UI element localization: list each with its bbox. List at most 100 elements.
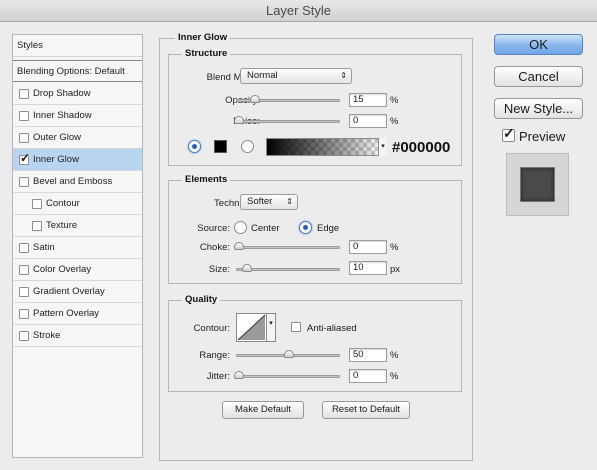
updown-arrow-icon: ⇕ [286, 197, 293, 206]
contour-curve-icon [237, 314, 266, 341]
style-item-label: Stroke [33, 330, 61, 341]
source-center-radio[interactable] [234, 221, 247, 234]
inner-glow-title: Inner Glow [175, 32, 231, 43]
inner-glow-checkbox[interactable]: ✓ [19, 152, 30, 165]
stroke-checkbox[interactable] [19, 331, 29, 341]
updown-arrow-icon: ⇕ [340, 71, 347, 80]
blending-options-item[interactable]: Blending Options: Default [13, 60, 142, 82]
gradient-radio[interactable] [241, 140, 254, 153]
noise-field[interactable]: 0 [349, 114, 387, 128]
choke-slider[interactable] [236, 246, 340, 249]
outer-glow-checkbox[interactable] [19, 133, 29, 143]
blend-mode-value: Normal [247, 70, 278, 81]
ok-button[interactable]: OK [494, 34, 583, 55]
texture-checkbox[interactable] [32, 221, 42, 231]
preview-label: Preview [519, 129, 566, 144]
bevel-emboss-checkbox[interactable] [19, 177, 29, 187]
preview-thumbnail [506, 153, 569, 216]
styles-list: Styles Blending Options: Default Drop Sh… [12, 34, 143, 458]
jitter-unit: % [390, 371, 399, 382]
structure-title: Structure [182, 48, 231, 59]
gradient-overlay-checkbox[interactable] [19, 287, 29, 297]
source-edge-radio[interactable] [299, 221, 312, 234]
style-item-label: Texture [46, 220, 78, 231]
blend-mode-select[interactable]: Normal ⇕ [240, 68, 352, 84]
style-item-label: Gradient Overlay [33, 286, 105, 297]
opacity-unit: % [390, 95, 399, 106]
style-item-stroke[interactable]: Stroke [13, 325, 142, 347]
technique-select[interactable]: Softer ⇕ [240, 194, 298, 210]
opacity-field[interactable]: 15 [349, 93, 387, 107]
glow-color-swatch[interactable] [214, 140, 227, 153]
source-center-label: Center [251, 223, 280, 234]
style-item-pattern-overlay[interactable]: Pattern Overlay [13, 303, 142, 325]
size-field[interactable]: 10 [349, 261, 387, 275]
opacity-slider-thumb[interactable] [250, 95, 260, 103]
style-item-label: Contour [46, 198, 80, 209]
style-item-drop-shadow[interactable]: Drop Shadow [13, 83, 142, 105]
style-item-label: Pattern Overlay [33, 308, 99, 319]
gradient-picker[interactable] [266, 138, 386, 156]
range-unit: % [390, 350, 399, 361]
jitter-label: Jitter: [206, 371, 230, 382]
contour-label: Contour: [193, 323, 230, 334]
source-edge-label: Edge [317, 223, 340, 234]
style-item-color-overlay[interactable]: Color Overlay [13, 259, 142, 281]
contour-checkbox[interactable] [32, 199, 42, 209]
make-default-button[interactable]: Make Default [222, 401, 304, 419]
style-item-inner-glow[interactable]: ✓ Inner Glow [13, 149, 142, 171]
anti-aliased-checkbox[interactable] [291, 322, 301, 332]
style-item-gradient-overlay[interactable]: Gradient Overlay [13, 281, 142, 303]
preview-swatch [520, 167, 555, 202]
style-item-label: Satin [33, 242, 55, 253]
cancel-button[interactable]: Cancel [494, 66, 583, 87]
jitter-slider-thumb[interactable] [234, 371, 244, 379]
jitter-field[interactable]: 0 [349, 369, 387, 383]
range-field[interactable]: 50 [349, 348, 387, 362]
style-item-label: Inner Shadow [33, 110, 92, 121]
noise-slider-thumb[interactable] [234, 116, 244, 124]
style-item-label: Drop Shadow [33, 88, 91, 99]
style-item-outer-glow[interactable]: Outer Glow [13, 127, 142, 149]
quality-title: Quality [182, 294, 221, 305]
window-title: Layer Style [0, 0, 597, 22]
size-unit: px [390, 264, 401, 275]
chevron-down-icon[interactable]: ▾ [267, 313, 276, 342]
hex-color-label: #000000 [392, 139, 451, 156]
inner-shadow-checkbox[interactable] [19, 111, 29, 121]
anti-aliased-label: Anti-aliased [307, 323, 357, 334]
styles-header[interactable]: Styles [13, 35, 142, 57]
style-item-label: Color Overlay [33, 264, 92, 275]
jitter-slider[interactable] [236, 375, 340, 378]
style-item-label: Bevel and Emboss [33, 176, 113, 187]
style-item-texture[interactable]: Texture [13, 215, 142, 237]
contour-picker[interactable] [236, 313, 267, 342]
preview-checkbox[interactable]: ✓ [502, 125, 515, 142]
source-label: Source: [197, 223, 230, 234]
choke-slider-thumb[interactable] [234, 242, 244, 250]
range-label: Range: [199, 350, 230, 361]
range-slider-thumb[interactable] [284, 350, 294, 358]
reset-to-default-button[interactable]: Reset to Default [322, 401, 410, 419]
satin-checkbox[interactable] [19, 243, 29, 253]
choke-unit: % [390, 242, 399, 253]
chevron-down-icon[interactable]: ▾ [378, 138, 387, 156]
style-item-label: Inner Glow [33, 154, 79, 165]
pattern-overlay-checkbox[interactable] [19, 309, 29, 319]
style-item-satin[interactable]: Satin [13, 237, 142, 259]
style-item-label: Outer Glow [33, 132, 82, 143]
checkmark-icon: ✓ [503, 125, 515, 141]
noise-slider[interactable] [236, 120, 340, 123]
drop-shadow-checkbox[interactable] [19, 89, 29, 99]
choke-label: Choke: [199, 242, 230, 253]
color-radio[interactable] [188, 140, 201, 153]
size-slider-thumb[interactable] [242, 264, 252, 272]
new-style-button[interactable]: New Style... [494, 98, 583, 119]
size-label: Size: [208, 264, 230, 275]
color-overlay-checkbox[interactable] [19, 265, 29, 275]
technique-value: Softer [247, 196, 273, 207]
style-item-contour[interactable]: Contour [13, 193, 142, 215]
style-item-inner-shadow[interactable]: Inner Shadow [13, 105, 142, 127]
choke-field[interactable]: 0 [349, 240, 387, 254]
style-item-bevel-emboss[interactable]: Bevel and Emboss [13, 171, 142, 193]
